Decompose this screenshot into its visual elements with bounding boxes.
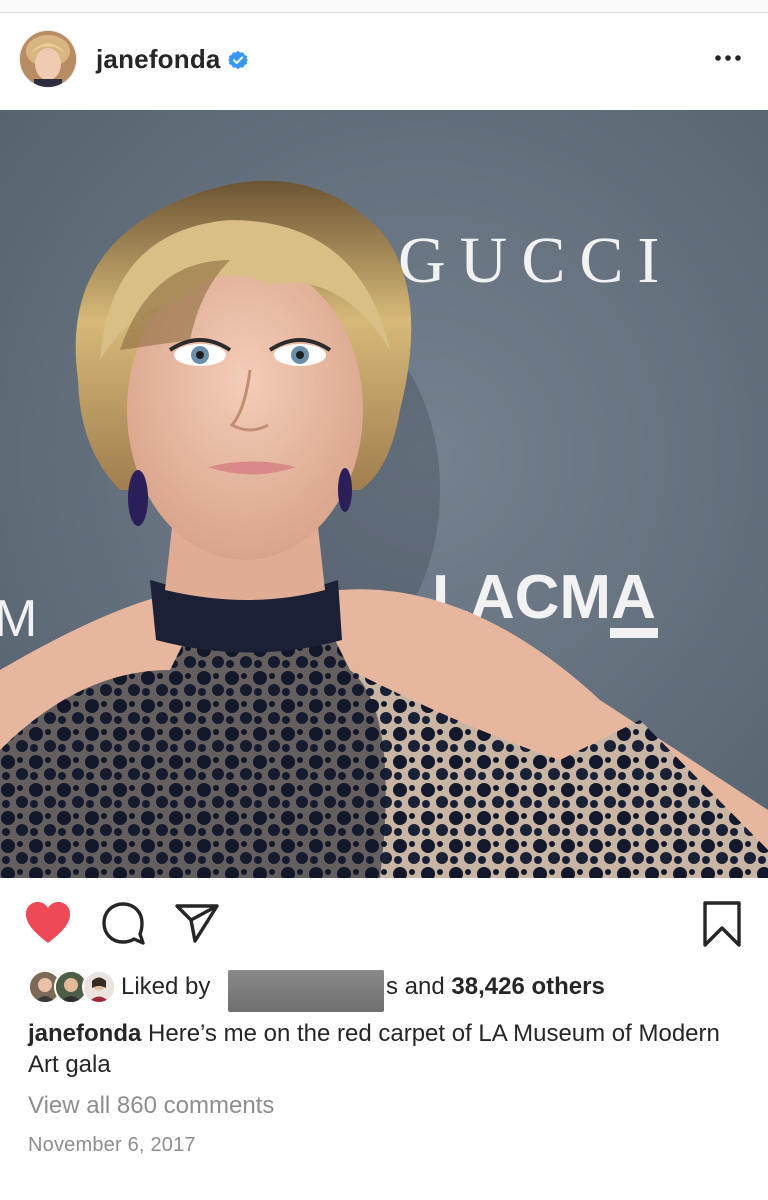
likes-summary[interactable]: Liked by s and 38,426 others	[28, 966, 748, 1012]
caption-username[interactable]: janefonda	[28, 1020, 141, 1047]
avatar-image	[20, 31, 76, 87]
liked-by-and: and	[404, 973, 445, 1000]
post-photo[interactable]: GUCCI LACMA M	[0, 110, 768, 878]
verified-badge-icon	[228, 50, 248, 70]
post-username[interactable]: janefonda	[96, 44, 221, 75]
likes-count[interactable]: 38,426 others	[451, 973, 604, 1000]
bookmark-icon[interactable]	[702, 900, 742, 948]
comment-bubble-icon[interactable]	[100, 900, 146, 946]
avatar[interactable]	[20, 31, 76, 87]
redacted-tail-text: s	[386, 973, 398, 1000]
redacted-username	[228, 970, 384, 1012]
view-comments-link[interactable]: View all 860 comments	[28, 1092, 274, 1120]
backdrop-text: M	[0, 590, 37, 648]
post-image: GUCCI LACMA M	[0, 110, 768, 878]
liked-by-label: Liked by	[121, 973, 211, 1000]
backdrop-text: GUCCI	[398, 224, 673, 297]
post-caption: janefonda Here’s me on the red carpet of…	[28, 1018, 740, 1080]
action-bar	[0, 878, 768, 970]
ellipsis-icon[interactable]	[712, 43, 744, 73]
post-date: November 6, 2017	[28, 1134, 196, 1156]
post-header: janefonda	[0, 13, 768, 109]
paper-plane-icon[interactable]	[174, 902, 220, 944]
status-strip	[0, 0, 768, 13]
liked-by-tail: s and 38,426 others	[386, 973, 605, 1001]
avatar	[82, 970, 116, 1004]
heart-icon[interactable]	[24, 900, 72, 946]
